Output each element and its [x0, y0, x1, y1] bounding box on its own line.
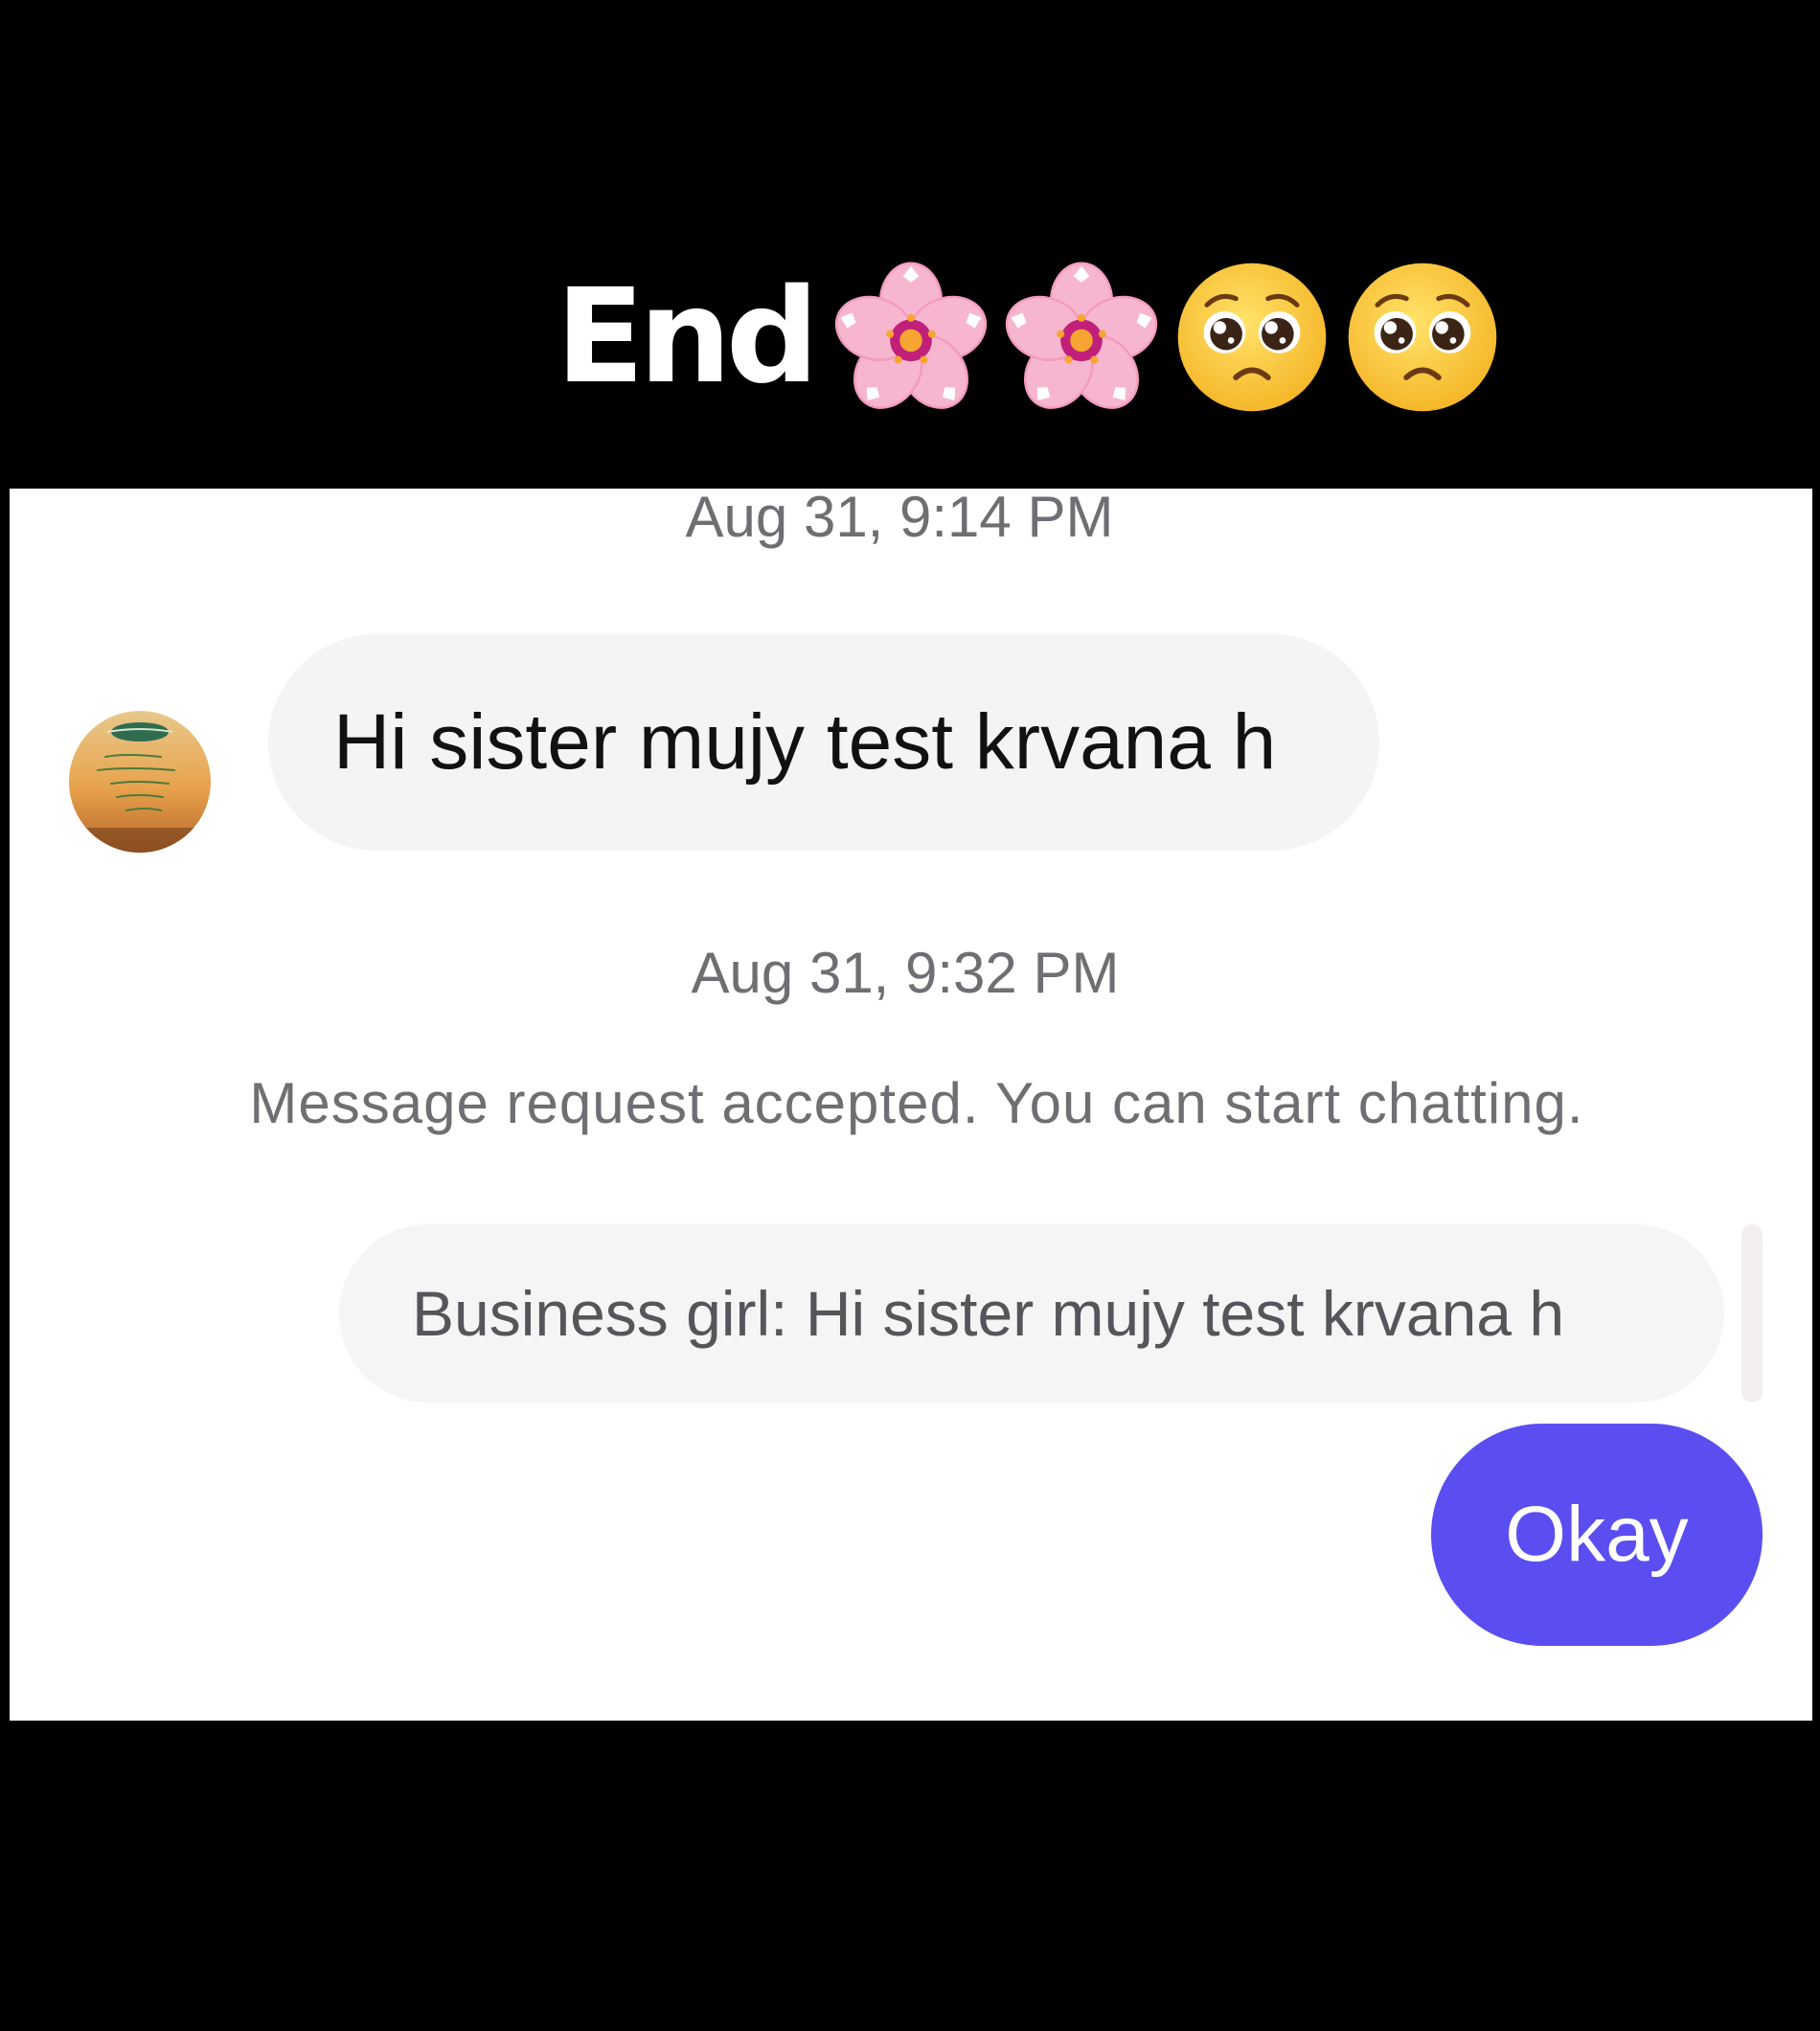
- cherry-blossom-icon: [834, 262, 988, 409]
- caption-overlay: End: [556, 251, 1503, 423]
- pleading-face-icon: [1177, 262, 1327, 412]
- cherry-blossom-icon: [1005, 262, 1158, 409]
- system-notice: Message request accepted. You can start …: [249, 1071, 1584, 1135]
- caption-text: End: [556, 262, 819, 413]
- contact-avatar[interactable]: [69, 711, 211, 853]
- reply-quote-bar: [1741, 1224, 1763, 1403]
- message-timestamp: Aug 31, 9:14 PM: [685, 489, 1114, 549]
- chat-thread: Aug 31, 9:14 PM Hi sister mujy test krva…: [10, 489, 1812, 1721]
- incoming-message-bubble[interactable]: Hi sister mujy test krvana h: [268, 634, 1379, 851]
- video-frame: End Aug 31, 9:14 PM Hi sister mujy test …: [0, 0, 1820, 2031]
- avatar-image: [69, 711, 211, 853]
- message-timestamp: Aug 31, 9:32 PM: [691, 941, 1120, 1005]
- outgoing-message-bubble[interactable]: Okay: [1431, 1424, 1763, 1646]
- reply-quote-preview[interactable]: Business girl: Hi sister mujy test krvan…: [339, 1224, 1724, 1403]
- pleading-face-icon: [1348, 262, 1497, 412]
